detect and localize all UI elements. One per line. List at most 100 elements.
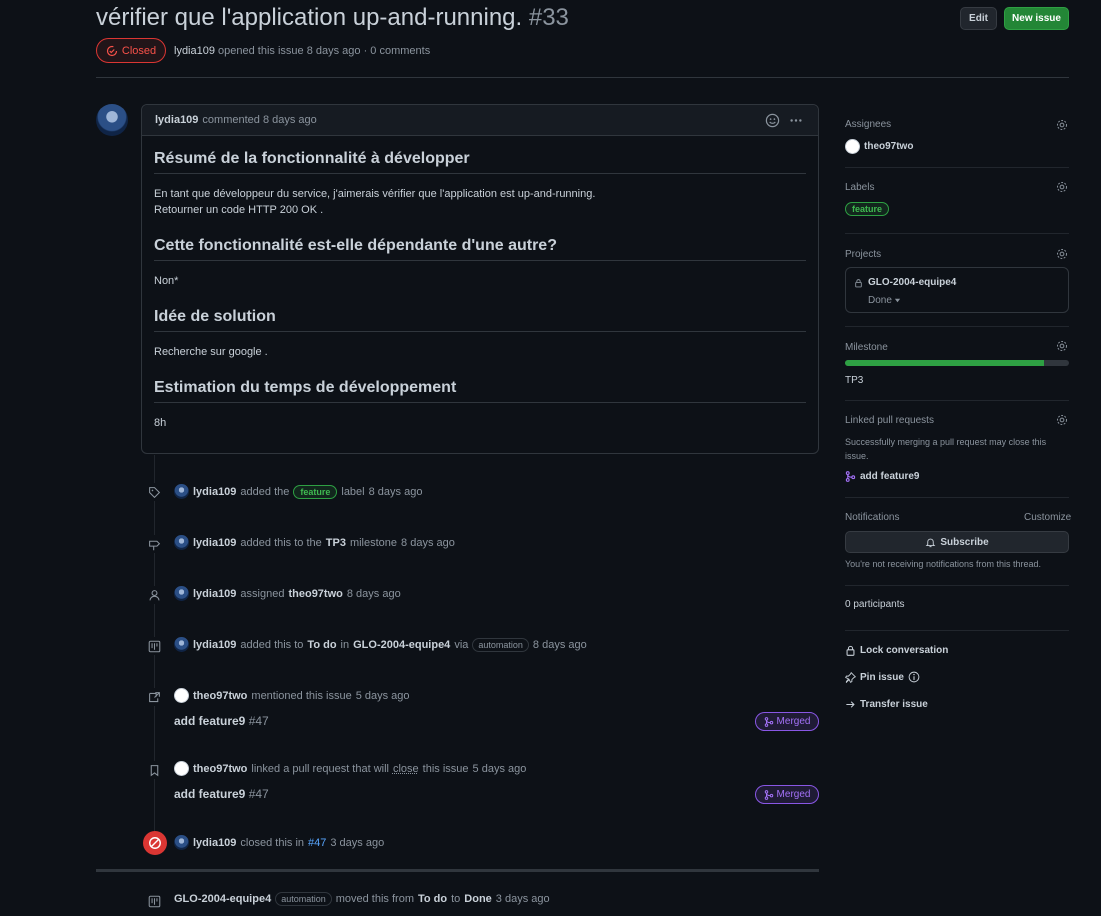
commit-ref-link[interactable]: #47 <box>308 837 326 849</box>
actor-link[interactable]: theo97two <box>193 690 247 702</box>
timeline-item: lydia109 assigned theo97two 8 days ago <box>174 586 401 601</box>
actor-link[interactable]: lydia109 <box>193 639 236 651</box>
avatar[interactable] <box>174 761 189 776</box>
section-heading: Résumé de la fonctionnalité à développer <box>154 150 806 174</box>
project-name-link[interactable]: GLO-2004-equipe4 <box>868 277 956 288</box>
actor-link[interactable]: lydia109 <box>193 837 236 849</box>
milestone-heading[interactable]: Milestone <box>845 342 888 353</box>
linked-pr-link[interactable]: add feature9 <box>845 471 919 482</box>
notifications-heading: Notifications <box>845 512 900 523</box>
page-title: vérifier que l'application up-and-runnin… <box>96 4 569 32</box>
actor-link[interactable]: lydia109 <box>193 486 236 498</box>
label-feature[interactable]: feature <box>293 484 338 499</box>
project-link[interactable]: GLO-2004-equipe4 <box>353 639 450 651</box>
lock-conversation-link[interactable]: Lock conversation <box>845 645 948 656</box>
event-time[interactable]: 8 days ago <box>369 486 423 498</box>
avatar[interactable] <box>174 835 189 850</box>
linked-pr-title[interactable]: add feature9 <box>860 471 919 482</box>
gear-icon[interactable] <box>1056 119 1068 131</box>
lock-icon <box>854 278 863 288</box>
automation-badge: automation <box>275 892 332 906</box>
project-status-dropdown[interactable]: Done <box>868 295 901 306</box>
gear-icon[interactable] <box>1056 414 1068 426</box>
sidebar-divider <box>845 326 1069 327</box>
subscribe-button[interactable]: Subscribe <box>845 531 1069 553</box>
pr-link[interactable]: add feature9 #47 <box>174 714 269 728</box>
labels-heading[interactable]: Labels <box>845 182 874 193</box>
assignee-name[interactable]: theo97two <box>864 141 913 152</box>
actor-link[interactable]: GLO-2004-equipe4 <box>174 893 271 905</box>
avatar[interactable] <box>174 688 189 703</box>
section-heading: Cette fonctionnalité est-elle dépendante… <box>154 237 806 261</box>
avatar[interactable] <box>174 484 189 499</box>
transfer-issue-link[interactable]: Transfer issue <box>845 699 928 710</box>
comment-author[interactable]: lydia109 <box>155 114 198 126</box>
sidebar-divider <box>845 630 1069 631</box>
pin-issue-link[interactable]: Pin issue <box>845 671 920 683</box>
timeline-item: theo97two linked a pull request that wil… <box>174 761 526 776</box>
issue-author-link[interactable]: lydia109 <box>174 45 215 57</box>
new-issue-button[interactable]: New issue <box>1004 7 1069 30</box>
issue-number: #33 <box>528 4 569 31</box>
event-text: milestone <box>349 536 398 549</box>
closed-event-icon <box>143 831 167 855</box>
lock-icon <box>846 645 855 656</box>
kebab-menu-icon[interactable] <box>789 113 803 128</box>
avatar[interactable] <box>96 104 128 136</box>
project-icon <box>145 892 163 910</box>
gear-icon[interactable] <box>1056 181 1068 193</box>
header-divider <box>96 77 1069 78</box>
label-feature[interactable]: feature <box>845 202 890 216</box>
actor-link[interactable]: lydia109 <box>193 588 236 600</box>
pr-title[interactable]: add feature9 <box>174 787 245 801</box>
info-icon[interactable] <box>908 671 920 683</box>
event-time[interactable]: 5 days ago <box>473 763 527 775</box>
customize-link[interactable]: Customize <box>1024 512 1071 523</box>
column-name: To do <box>417 893 448 905</box>
gear-icon[interactable] <box>1056 340 1068 352</box>
project-icon <box>145 637 163 655</box>
projects-heading[interactable]: Projects <box>845 249 881 260</box>
actor-link[interactable]: theo97two <box>193 763 247 775</box>
avatar[interactable] <box>174 535 189 550</box>
gear-icon[interactable] <box>1056 248 1068 260</box>
merged-text: Merged <box>776 789 811 800</box>
project-status[interactable]: Done <box>868 295 892 306</box>
pr-number: #47 <box>248 714 269 728</box>
event-time[interactable]: 3 days ago <box>496 893 550 905</box>
person-icon <box>145 586 163 604</box>
assignees-heading[interactable]: Assignees <box>845 119 891 130</box>
paragraph-line: Recherche sur google . <box>154 346 268 358</box>
actor-link[interactable]: lydia109 <box>193 537 236 549</box>
smiley-icon[interactable] <box>765 113 780 128</box>
status-text: Closed <box>121 44 157 57</box>
milestone-progress-fill <box>845 360 1045 366</box>
assignee-item[interactable]: theo97two <box>845 139 913 154</box>
pr-link[interactable]: add feature9 #47 <box>174 787 269 801</box>
sidebar-divider <box>845 233 1069 234</box>
milestone-progress-bar <box>845 360 1069 366</box>
event-time[interactable]: 8 days ago <box>401 537 455 549</box>
event-text: to <box>451 893 461 905</box>
event-text: added the <box>240 485 290 498</box>
assignee-link[interactable]: theo97two <box>288 588 342 600</box>
milestone-link[interactable]: TP3 <box>326 537 346 549</box>
event-time[interactable]: 8 days ago <box>533 639 587 651</box>
pr-title[interactable]: add feature9 <box>174 714 245 728</box>
event-time[interactable]: 5 days ago <box>356 690 410 702</box>
event-text: linked a pull request that will <box>251 762 389 775</box>
avatar[interactable] <box>845 139 860 154</box>
section-heading: Idée de solution <box>154 308 806 332</box>
edit-button[interactable]: Edit <box>960 7 997 30</box>
avatar[interactable] <box>174 637 189 652</box>
event-time[interactable]: 8 days ago <box>347 588 401 600</box>
linked-pr-heading[interactable]: Linked pull requests <box>845 415 934 426</box>
close-keyword[interactable]: close <box>393 763 419 775</box>
event-time[interactable]: 3 days ago <box>330 837 384 849</box>
milestone-link[interactable]: TP3 <box>845 375 863 386</box>
automation-badge: automation <box>472 637 529 652</box>
merged-badge: Merged <box>755 785 819 804</box>
status-badge: Closed <box>96 38 166 63</box>
avatar[interactable] <box>174 586 189 601</box>
event-text: closed this in <box>240 836 305 849</box>
